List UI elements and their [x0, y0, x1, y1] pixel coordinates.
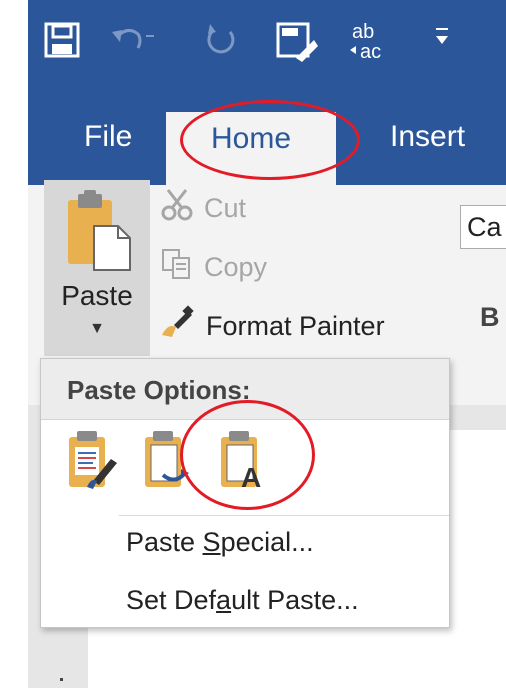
- paste-special-access-key: S: [202, 527, 221, 557]
- tab-home-label: Home: [210, 122, 292, 155]
- window-left-edge: [0, 0, 28, 688]
- keep-text-only-icon[interactable]: A: [217, 429, 271, 496]
- touch-mode-icon[interactable]: [274, 20, 318, 69]
- format-painter-button[interactable]: Format Painter: [160, 304, 385, 348]
- svg-text:ac: ac: [360, 41, 381, 63]
- spelling-icon[interactable]: ab ac: [346, 16, 394, 69]
- tab-file[interactable]: File: [84, 118, 132, 173]
- copy-icon: [160, 247, 194, 288]
- redo-icon[interactable]: [200, 20, 240, 65]
- paintbrush-icon: [160, 304, 196, 348]
- paste-options-header: Paste Options:: [41, 359, 449, 420]
- scissors-icon: [160, 188, 194, 229]
- tab-insert[interactable]: Insert: [390, 118, 465, 173]
- font-name-combobox[interactable]: Ca: [460, 205, 506, 249]
- set-default-access-key: a: [216, 585, 232, 615]
- save-icon[interactable]: [42, 20, 82, 65]
- format-painter-label: Format Painter: [206, 310, 385, 341]
- merge-formatting-icon[interactable]: [141, 429, 195, 496]
- paste-label: Paste: [61, 280, 133, 311]
- paste-options-title: Paste Options:: [67, 375, 251, 405]
- copy-label: Copy: [204, 251, 268, 282]
- clipboard-icon: [64, 188, 134, 283]
- tab-home[interactable]: Home: [166, 112, 336, 185]
- svg-text:ab: ab: [352, 21, 374, 43]
- set-default-paste-menu-item[interactable]: Set Default Paste...: [126, 585, 359, 616]
- paste-dropdown-arrow-icon[interactable]: ▼: [44, 320, 150, 338]
- customize-qat-icon[interactable]: [432, 26, 452, 55]
- paste-button[interactable]: Paste ▼: [44, 180, 150, 356]
- cut-label: Cut: [204, 192, 247, 223]
- paste-special-text: Paste: [126, 527, 203, 557]
- bold-button[interactable]: B: [480, 302, 500, 333]
- svg-text:A: A: [241, 462, 261, 491]
- paste-options-menu: Paste Options: A Paste Special... Set De…: [40, 358, 450, 628]
- keep-source-formatting-icon[interactable]: [65, 429, 119, 496]
- menu-separator: [119, 515, 449, 516]
- set-default-text: Set Def: [126, 585, 217, 615]
- undo-dropdown-icon[interactable]: [146, 30, 158, 48]
- set-default-text-rest: ult Paste...: [231, 585, 359, 615]
- cut-button[interactable]: Cut: [160, 186, 246, 230]
- copy-button[interactable]: Copy: [160, 245, 267, 289]
- paste-special-text-rest: pecial...: [220, 527, 314, 557]
- ruler-mark: [60, 678, 63, 681]
- word-window: ab ac File Insert Home Paste ▼ Cut Copy …: [0, 0, 506, 688]
- paste-special-menu-item[interactable]: Paste Special...: [126, 527, 314, 558]
- undo-icon[interactable]: [108, 20, 148, 65]
